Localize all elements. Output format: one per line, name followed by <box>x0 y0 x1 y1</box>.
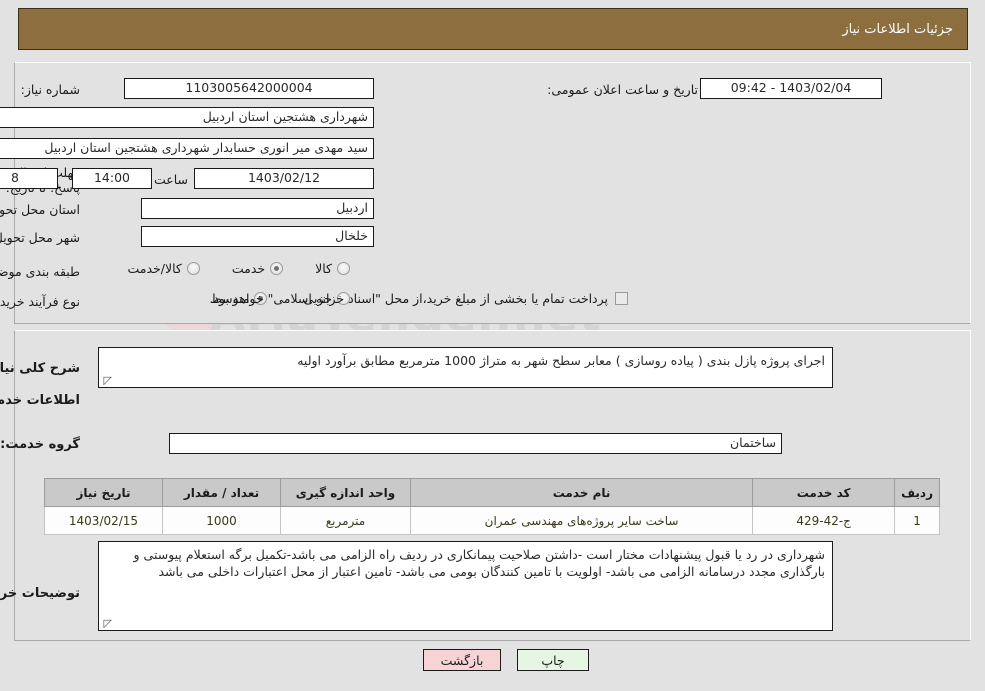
remaining-days-value: 8 <box>0 168 58 189</box>
th-qty: تعداد / مقدار <box>162 478 281 507</box>
islamic-treasury-row[interactable]: پرداخت تمام یا بخشی از مبلغ خرید،از محل … <box>209 291 628 306</box>
th-row: ردیف <box>894 478 940 507</box>
need-number-value: 1103005642000004 <box>124 78 374 99</box>
province-value: اردبیل <box>141 198 374 219</box>
province-label: استان محل تحویل: <box>0 202 80 217</box>
radio-khedmat-icon[interactable] <box>270 262 284 275</box>
th-unit: واحد اندازه گیری <box>280 478 411 507</box>
buyer-notes-value[interactable]: شهرداری در رد یا قبول پیشنهادات مختار اس… <box>98 541 833 631</box>
th-name: نام خدمت <box>409 478 754 507</box>
category-radio-group[interactable]: کالا خدمت کالا/خدمت <box>127 261 350 276</box>
category-option-kala[interactable]: کالا <box>315 261 350 276</box>
city-value: خلخال <box>141 226 374 247</box>
service-group-label: گروه خدمت: <box>0 437 80 452</box>
category-option-khedmat-label: خدمت <box>231 261 266 276</box>
deadline-time-value: 14:00 <box>72 168 152 189</box>
th-code: کد خدمت <box>752 478 896 507</box>
city-label: شهر محل تحویل: <box>0 230 80 245</box>
cell-code: ج-42-429 <box>752 506 896 535</box>
buyer-org-value: شهرداری هشتجین استان اردبیل <box>0 107 374 128</box>
resize-grip-icon-2[interactable]: ◸ <box>102 618 112 629</box>
overall-desc-value[interactable]: اجرای پروژه پازل بندی ( پیاده روسازی ) م… <box>98 347 833 388</box>
deadline-date-value: 1403/02/12 <box>194 168 374 189</box>
back-button[interactable]: بازگشت <box>423 649 501 671</box>
deadline-time-label: ساعت <box>153 172 188 187</box>
islamic-treasury-checkbox[interactable] <box>615 292 628 305</box>
overall-desc-text: اجرای پروژه پازل بندی ( پیاده روسازی ) م… <box>297 353 825 368</box>
page-title-bar: جزئیات اطلاعات نیاز <box>18 8 968 50</box>
radio-kala-khedmat-icon[interactable] <box>186 262 200 275</box>
radio-kala-icon[interactable] <box>337 262 350 275</box>
page-title: جزئیات اطلاعات نیاز <box>842 21 953 37</box>
buyer-notes-label: توضیحات خریدار: <box>0 586 80 601</box>
overall-desc-label: شرح کلی نیاز: <box>0 361 80 376</box>
category-option-kala-khedmat-label: کالا/خدمت <box>127 261 182 276</box>
table-row: 1 ج-42-429 ساخت سایر پروژه‌های مهندسی عم… <box>44 506 940 535</box>
th-date: تاریخ نیاز <box>44 478 163 507</box>
cell-name: ساخت سایر پروژه‌های مهندسی عمران <box>409 506 754 535</box>
need-number-label: شماره نیاز: <box>20 82 80 97</box>
cell-unit: مترمربع <box>280 506 411 535</box>
buyer-notes-text: شهرداری در رد یا قبول پیشنهادات مختار اس… <box>133 547 825 579</box>
page-root: AriaTender.net جزئیات اطلاعات نیاز شماره… <box>0 0 985 691</box>
cell-row: 1 <box>894 506 940 535</box>
category-option-khedmat[interactable]: خدمت <box>231 261 284 276</box>
cell-qty: 1000 <box>162 506 281 535</box>
service-group-value: ساختمان <box>169 433 782 454</box>
announce-datetime-label: تاریخ و ساعت اعلان عمومی: <box>547 82 698 97</box>
services-heading: اطلاعات خدمات مورد نیاز <box>0 393 80 408</box>
islamic-treasury-text: پرداخت تمام یا بخشی از مبلغ خرید،از محل … <box>209 291 608 306</box>
announce-datetime-value: 1403/02/04 - 09:42 <box>700 78 882 99</box>
resize-grip-icon[interactable]: ◸ <box>102 375 112 386</box>
category-label: طبقه بندی موضوعی: <box>0 264 80 279</box>
table-header-row: ردیف کد خدمت نام خدمت واحد اندازه گیری ت… <box>44 478 940 507</box>
requester-value: سید مهدی میر انوری حسابدار شهرداری هشتجی… <box>0 138 374 159</box>
services-table: ردیف کد خدمت نام خدمت واحد اندازه گیری ت… <box>44 478 940 535</box>
cell-date: 1403/02/15 <box>44 506 163 535</box>
process-type-label: نوع فرآیند خرید : <box>0 294 80 309</box>
need-details-panel <box>14 62 971 324</box>
category-option-kala-label: کالا <box>315 261 332 276</box>
category-option-kala-khedmat[interactable]: کالا/خدمت <box>127 261 200 276</box>
print-button[interactable]: چاپ <box>517 649 589 671</box>
